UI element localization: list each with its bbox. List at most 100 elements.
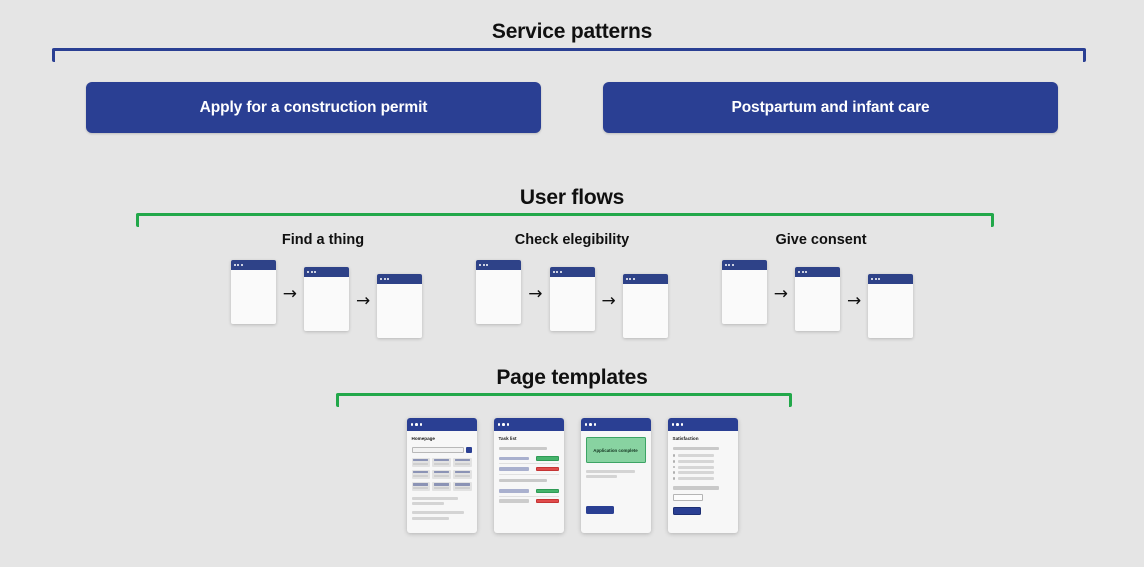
grid-card[interactable] xyxy=(453,457,472,468)
radio-option[interactable] xyxy=(672,453,733,457)
template-body: Application complete xyxy=(581,431,651,521)
task-label xyxy=(498,489,529,493)
window-dot-icon xyxy=(380,278,383,280)
window-dot-icon xyxy=(724,264,727,266)
grid-card[interactable] xyxy=(453,469,472,480)
service-pattern-button-construction-permit[interactable]: Apply for a construction permit xyxy=(86,82,541,133)
template-body: Satisfaction xyxy=(668,431,738,522)
task-row[interactable] xyxy=(498,454,559,465)
page-template-satisfaction[interactable]: Satisfaction xyxy=(667,418,738,533)
flow-step-thumbnail[interactable] xyxy=(721,260,767,324)
user-flow-group-check-elegibility: → → xyxy=(476,260,668,338)
grid-card[interactable] xyxy=(432,469,451,480)
window-dot-icon xyxy=(497,423,501,426)
user-flow-label-find-a-thing: Find a thing xyxy=(281,232,365,248)
card-grid xyxy=(411,457,472,492)
flow-step-thumbnail[interactable] xyxy=(868,274,914,338)
service-patterns-bracket xyxy=(52,48,1086,62)
flow-arrow-icon: → xyxy=(356,291,371,311)
window-titlebar xyxy=(476,260,522,270)
search-row xyxy=(411,446,472,453)
radio-option[interactable] xyxy=(672,477,733,481)
window-titlebar xyxy=(406,418,477,431)
text-block xyxy=(585,470,646,479)
window-titlebar xyxy=(868,274,914,284)
window-titlebar xyxy=(795,267,840,277)
radio-option[interactable] xyxy=(672,459,733,463)
primary-button[interactable] xyxy=(585,506,614,515)
window-dot-icon xyxy=(240,264,243,266)
window-dot-icon xyxy=(593,423,597,426)
task-label xyxy=(498,499,529,503)
window-dot-icon xyxy=(314,271,316,273)
user-flow-groups: → → → → → → xyxy=(0,260,1144,338)
flow-step-thumbnail[interactable] xyxy=(622,274,668,338)
radio-icon[interactable] xyxy=(672,477,676,481)
window-dot-icon xyxy=(419,423,423,426)
grid-card[interactable] xyxy=(411,481,430,492)
window-dot-icon xyxy=(482,264,485,266)
service-patterns-title: Service patterns xyxy=(491,20,653,43)
page-templates-title: Page templates xyxy=(496,366,648,389)
window-dot-icon xyxy=(506,423,510,426)
submit-button[interactable] xyxy=(672,506,701,515)
radio-icon[interactable] xyxy=(672,465,676,469)
window-dot-icon xyxy=(676,423,679,426)
grid-card[interactable] xyxy=(411,457,430,468)
page-template-row: Homepage Task list Application complete … xyxy=(0,418,1144,533)
window-dot-icon xyxy=(486,264,489,266)
page-template-task-list[interactable]: Task list xyxy=(493,418,564,533)
task-status-badge xyxy=(535,488,559,494)
template-title-task-list: Task list xyxy=(498,436,517,441)
search-button[interactable] xyxy=(465,446,472,453)
window-dot-icon xyxy=(556,271,558,273)
flow-step-thumbnail[interactable] xyxy=(304,267,349,331)
search-input[interactable] xyxy=(411,446,464,453)
page-template-application-complete[interactable]: Application complete xyxy=(580,418,651,533)
task-row[interactable] xyxy=(498,464,559,475)
grid-card[interactable] xyxy=(432,481,451,492)
flow-step-thumbnail[interactable] xyxy=(476,260,522,324)
page-template-homepage[interactable]: Homepage xyxy=(406,418,477,533)
window-titlebar xyxy=(493,418,564,431)
comment-field[interactable] xyxy=(672,493,703,501)
window-dot-icon xyxy=(798,271,800,273)
window-dot-icon xyxy=(479,264,482,266)
window-dot-icon xyxy=(589,423,592,426)
task-row[interactable] xyxy=(498,497,559,506)
flow-step-thumbnail[interactable] xyxy=(230,260,276,324)
window-dot-icon xyxy=(731,264,734,266)
window-dot-icon xyxy=(310,271,313,273)
user-flow-labels: Find a thing Check elegibility Give cons… xyxy=(0,232,1144,248)
section-heading-line xyxy=(498,478,547,483)
grid-card[interactable] xyxy=(411,469,430,480)
window-dot-icon xyxy=(874,278,877,280)
task-row[interactable] xyxy=(498,486,559,497)
window-dot-icon xyxy=(625,278,628,280)
radio-option[interactable] xyxy=(672,471,733,475)
grid-card[interactable] xyxy=(453,481,472,492)
task-status-badge xyxy=(535,498,559,504)
question-line xyxy=(672,446,720,450)
service-pattern-button-postpartum-infant-care[interactable]: Postpartum and infant care xyxy=(603,82,1058,133)
service-patterns-row: Apply for a construction permit Postpart… xyxy=(0,82,1144,133)
window-dot-icon xyxy=(801,271,804,273)
window-titlebar xyxy=(230,260,276,270)
flow-arrow-icon: → xyxy=(528,284,543,304)
grid-card[interactable] xyxy=(432,457,451,468)
radio-icon[interactable] xyxy=(672,454,676,457)
flow-arrow-icon: → xyxy=(282,284,297,304)
success-banner: Application complete xyxy=(585,437,646,463)
radio-icon[interactable] xyxy=(672,471,676,475)
window-titlebar xyxy=(721,260,767,270)
page-templates-bracket xyxy=(336,393,792,407)
flow-arrow-icon: → xyxy=(601,291,616,311)
flow-step-thumbnail[interactable] xyxy=(549,267,595,331)
flow-step-thumbnail[interactable] xyxy=(377,274,423,338)
window-dot-icon xyxy=(237,264,240,266)
window-dot-icon xyxy=(383,278,386,280)
radio-icon[interactable] xyxy=(672,459,676,463)
radio-option[interactable] xyxy=(672,465,733,469)
flow-step-thumbnail[interactable] xyxy=(795,267,840,331)
user-flows-title: User flows xyxy=(519,186,625,209)
